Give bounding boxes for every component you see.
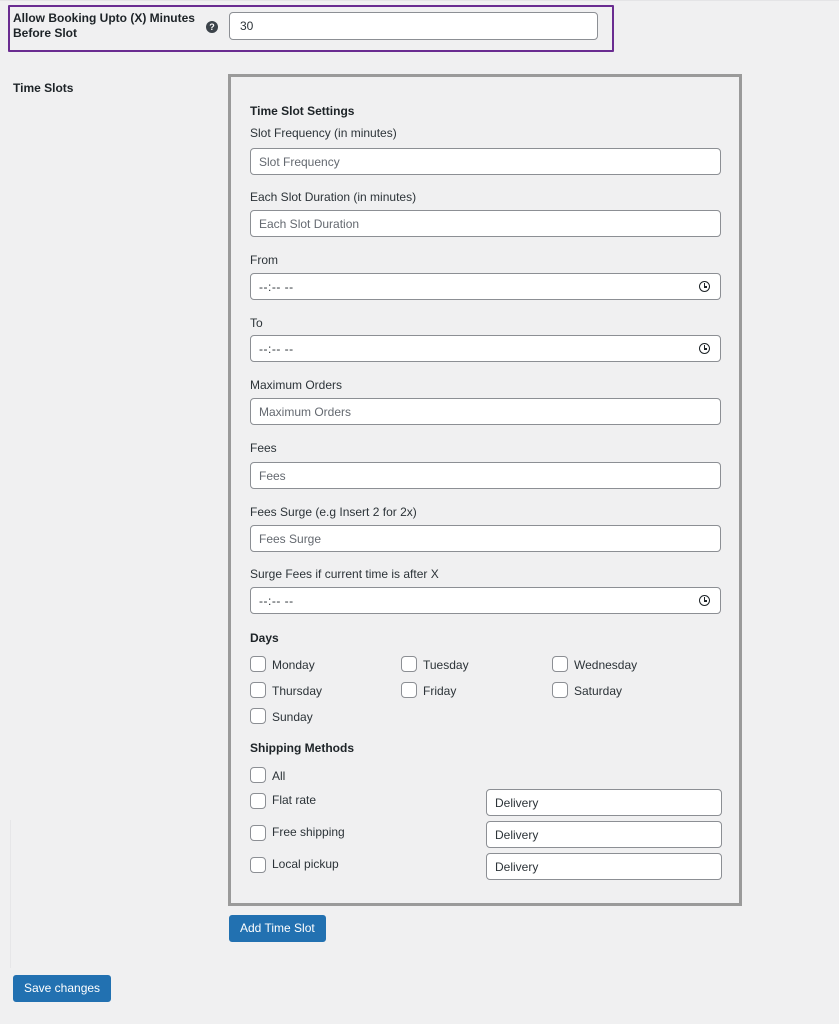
from-label: From: [250, 253, 278, 267]
friday-checkbox[interactable]: [401, 682, 417, 698]
from-time-value: --:-- --: [259, 280, 294, 294]
wednesday-label: Wednesday: [574, 658, 638, 672]
fees-surge-input[interactable]: [250, 525, 721, 552]
left-divider: [10, 820, 11, 968]
panel-title: Time Slot Settings: [250, 104, 355, 118]
monday-checkbox[interactable]: [250, 656, 266, 672]
flat-rate-label: Flat rate: [272, 793, 317, 807]
local-pickup-checkbox[interactable]: [250, 857, 266, 873]
flat-rate-checkbox[interactable]: [250, 793, 266, 809]
local-pickup-label: Local pickup: [272, 857, 339, 871]
to-time-value: --:-- --: [259, 342, 294, 356]
booking-minutes-input[interactable]: [229, 12, 598, 40]
save-changes-button[interactable]: Save changes: [13, 975, 112, 1002]
fees-input[interactable]: [250, 462, 721, 489]
clock-icon[interactable]: [699, 281, 710, 292]
shipping-methods-heading: Shipping Methods: [250, 741, 354, 755]
surge-time-label: Surge Fees if current time is after X: [250, 567, 439, 581]
slot-frequency-input[interactable]: [250, 148, 721, 175]
top-divider: [0, 0, 839, 1]
tuesday-checkbox[interactable]: [401, 656, 417, 672]
slot-duration-label: Each Slot Duration (in minutes): [250, 190, 417, 204]
slot-frequency-label: Slot Frequency (in minutes): [250, 126, 397, 140]
tuesday-label: Tuesday: [423, 658, 469, 672]
sunday-checkbox[interactable]: [250, 708, 266, 724]
friday-label: Friday: [423, 684, 457, 698]
wednesday-checkbox[interactable]: [552, 656, 568, 672]
thursday-label: Thursday: [272, 684, 323, 698]
from-time-input[interactable]: --:-- --: [250, 273, 721, 300]
clock-icon[interactable]: [699, 343, 710, 354]
shipping-all-checkbox[interactable]: [250, 767, 266, 783]
time-slots-label: Time Slots: [13, 81, 74, 95]
time-slot-settings-panel: Time Slot Settings Slot Frequency (in mi…: [228, 74, 742, 906]
saturday-checkbox[interactable]: [552, 682, 568, 698]
booking-minutes-label: Allow Booking Upto (X) Minutes Before Sl…: [13, 11, 195, 40]
saturday-label: Saturday: [574, 684, 623, 698]
sunday-label: Sunday: [272, 710, 313, 724]
flat-rate-delivery-input[interactable]: [486, 789, 722, 816]
help-icon[interactable]: ?: [206, 21, 218, 33]
clock-icon[interactable]: [699, 595, 710, 606]
max-orders-input[interactable]: [250, 398, 721, 425]
thursday-checkbox[interactable]: [250, 682, 266, 698]
add-time-slot-button[interactable]: Add Time Slot: [229, 915, 326, 942]
local-pickup-delivery-input[interactable]: [486, 853, 722, 880]
to-time-input[interactable]: --:-- --: [250, 335, 721, 362]
fees-label: Fees: [250, 441, 277, 455]
max-orders-label: Maximum Orders: [250, 378, 343, 392]
free-shipping-delivery-input[interactable]: [486, 821, 722, 848]
shipping-all-label: All: [272, 769, 286, 783]
free-shipping-checkbox[interactable]: [250, 825, 266, 841]
monday-label: Monday: [272, 658, 315, 672]
days-heading: Days: [250, 631, 279, 645]
to-label: To: [250, 316, 263, 330]
free-shipping-label: Free shipping: [272, 825, 345, 839]
surge-time-input[interactable]: --:-- --: [250, 587, 721, 614]
fees-surge-label: Fees Surge (e.g Insert 2 for 2x): [250, 505, 417, 519]
slot-duration-input[interactable]: [250, 210, 721, 237]
surge-time-value: --:-- --: [259, 594, 294, 608]
